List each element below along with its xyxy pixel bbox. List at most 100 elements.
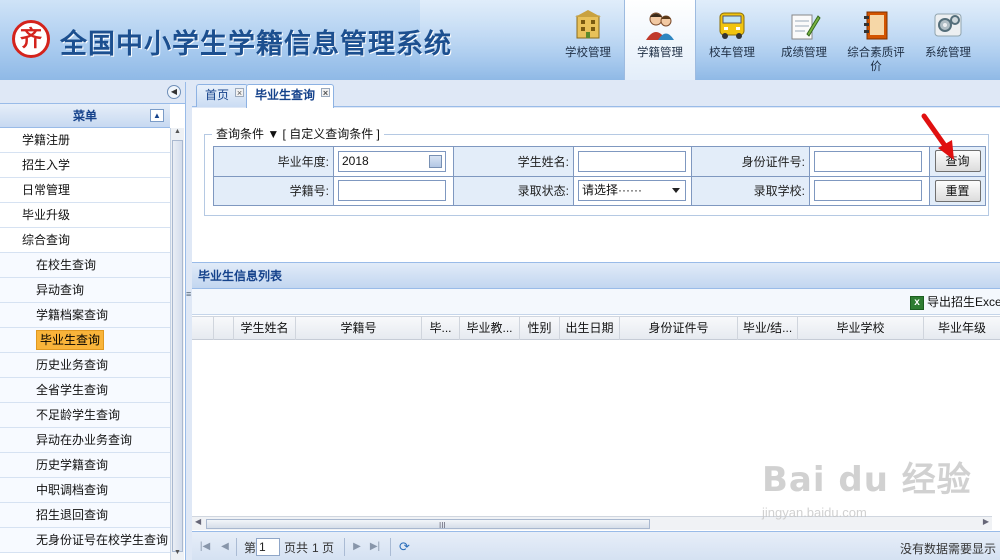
- sidebar-item-label: 毕业升级: [22, 208, 71, 222]
- sidebar-item[interactable]: 综合查询: [0, 228, 170, 253]
- nav-grade-management[interactable]: 成绩管理: [768, 0, 840, 80]
- scroll-up-icon[interactable]: ▲: [171, 128, 184, 139]
- tab-home[interactable]: 首页 ×: [196, 84, 249, 107]
- grad-year-cell: 2018: [333, 146, 454, 177]
- watermark-logo: Bai du 经验: [762, 460, 972, 500]
- collapse-menu-icon[interactable]: ▲: [150, 109, 164, 122]
- sidebar-item-label: 学籍注册: [22, 133, 71, 147]
- grid-header: 学生姓名 学籍号 毕... 毕业教... 性别 出生日期 身份证件号 毕业/结.…: [192, 316, 1000, 340]
- nav-student-status-management[interactable]: 学籍管理: [624, 0, 696, 80]
- sidebar-item[interactable]: 历史学籍查询: [0, 453, 170, 478]
- collapse-sidebar-icon[interactable]: ◀: [167, 85, 181, 99]
- scroll-right-icon[interactable]: ▶: [983, 517, 989, 526]
- sidebar-item[interactable]: 中职调档查询: [0, 478, 170, 503]
- column-header[interactable]: 学籍号: [296, 317, 422, 340]
- scrollbar-thumb[interactable]: III: [206, 519, 650, 530]
- nav-comprehensive-quality-evaluation[interactable]: 综合素质评价: [840, 0, 912, 80]
- prev-page-icon[interactable]: ◀: [218, 540, 232, 554]
- close-icon[interactable]: ×: [235, 88, 245, 98]
- student-no-input[interactable]: [338, 180, 446, 202]
- column-header[interactable]: 性别: [520, 317, 560, 340]
- student-name-input[interactable]: [578, 150, 686, 172]
- admission-school-label: 录取学校:: [691, 175, 810, 206]
- next-page-icon[interactable]: ▶: [350, 540, 364, 554]
- sidebar-item[interactable]: 无身份证号在校学生查询: [0, 528, 170, 553]
- sidebar-item[interactable]: 招生入学: [0, 153, 170, 178]
- sidebar-item-label: 异动在办业务查询: [36, 433, 133, 447]
- reset-button[interactable]: 重置: [934, 179, 981, 202]
- sidebar-item-label: 全省学生查询: [36, 383, 109, 397]
- admission-status-cell: 请选择······: [573, 175, 692, 206]
- column-header[interactable]: 出生日期: [560, 317, 620, 340]
- grad-year-value: 2018: [342, 153, 369, 168]
- tab-label: 首页: [205, 88, 230, 102]
- sidebar-item[interactable]: 全省学生查询: [0, 378, 170, 403]
- nav-label: 校车管理: [709, 47, 755, 59]
- app-title: 全国中小学生学籍信息管理系统: [60, 29, 452, 60]
- nav-school-management[interactable]: 学校管理: [552, 0, 624, 80]
- column-header[interactable]: 毕业/结...: [738, 317, 798, 340]
- logo-glyph: 齐: [19, 26, 42, 52]
- page-number-input[interactable]: 1: [256, 538, 280, 556]
- id-number-label: 身份证件号:: [691, 146, 810, 177]
- row-number-header: [192, 317, 214, 340]
- sidebar-top-bar: ◀: [0, 82, 185, 104]
- admission-status-select[interactable]: 请选择······: [578, 180, 686, 202]
- column-header[interactable]: 毕业教...: [460, 317, 520, 340]
- last-page-icon[interactable]: ▶|: [368, 540, 382, 554]
- export-excel-button[interactable]: x 导出招生Exce: [910, 293, 1000, 311]
- sidebar-item[interactable]: 日常管理: [0, 178, 170, 203]
- sidebar-item[interactable]: 异动查询: [0, 278, 170, 303]
- admission-status-value: 请选择······: [582, 183, 642, 198]
- column-header[interactable]: 学生姓名: [234, 317, 296, 340]
- column-header[interactable]: 毕业学校: [798, 317, 924, 340]
- column-header[interactable]: 身份证件号: [620, 317, 738, 340]
- sidebar-item-label: 不足龄学生查询: [36, 408, 121, 422]
- id-number-input[interactable]: [814, 150, 922, 172]
- id-number-cell: [809, 146, 930, 177]
- admission-school-input[interactable]: [814, 180, 922, 202]
- sidebar-item[interactable]: 学籍注册: [0, 128, 170, 153]
- sidebar-item[interactable]: 毕业升级: [0, 203, 170, 228]
- nav-label: 系统管理: [925, 47, 971, 59]
- nav-label: 成绩管理: [781, 47, 827, 59]
- building-icon: [575, 10, 601, 39]
- column-header[interactable]: 毕...: [422, 317, 460, 340]
- column-header[interactable]: 毕业年级: [924, 317, 1000, 340]
- scroll-left-icon[interactable]: ◀: [195, 517, 201, 526]
- sidebar-item[interactable]: 学籍档案查询: [0, 303, 170, 328]
- pager-separator: [390, 538, 391, 556]
- scroll-down-icon[interactable]: ▼: [171, 549, 184, 560]
- sidebar: ◀ 菜单 ▲ 学籍注册招生入学日常管理毕业升级综合查询在校生查询 异动查询 学籍档案…: [0, 82, 186, 560]
- checkbox-header[interactable]: [214, 317, 234, 340]
- top-navigation: 学校管理 学籍管理 校车管理 成绩管理 综合素质评价 系统管理: [552, 0, 984, 80]
- first-page-icon[interactable]: |◀: [198, 540, 212, 554]
- close-icon[interactable]: ×: [321, 88, 331, 98]
- export-label: 导出招生Exce: [927, 295, 1000, 309]
- sidebar-item[interactable]: 招生退回查询: [0, 503, 170, 528]
- sidebar-item-label: 中职调档查询: [36, 483, 109, 497]
- tab-graduate-query[interactable]: 毕业生查询 ×: [246, 84, 335, 108]
- student-name-cell: [573, 146, 692, 177]
- sidebar-item[interactable]: 历史业务查询: [0, 353, 170, 378]
- calendar-icon[interactable]: [429, 154, 442, 168]
- scrollbar-thumb[interactable]: [172, 140, 183, 552]
- nav-system-management[interactable]: 系统管理: [912, 0, 984, 80]
- refresh-icon[interactable]: ⟳: [399, 539, 410, 555]
- sidebar-item[interactable]: 不足龄学生查询: [0, 403, 170, 428]
- dropdown-arrow-icon[interactable]: [672, 188, 680, 194]
- query-conditions-legend[interactable]: 查询条件 ▼ [ 自定义查询条件 ]: [212, 125, 384, 142]
- sidebar-scrollbar[interactable]: ▲ ▼: [170, 128, 184, 560]
- nav-school-bus-management[interactable]: 校车管理: [696, 0, 768, 80]
- sidebar-item-label: 历史学籍查询: [36, 458, 109, 472]
- sidebar-item[interactable]: 在校生查询: [0, 253, 170, 278]
- grad-year-input[interactable]: 2018: [338, 150, 446, 172]
- menu-title: 菜单: [72, 109, 97, 123]
- sidebar-item-label: 招生入学: [22, 158, 71, 172]
- sidebar-item-label: 综合查询: [22, 233, 71, 247]
- sidebar-item[interactable]: 毕业生查询: [0, 328, 170, 353]
- app-header: 齐 全国中小学生学籍信息管理系统 学校管理 学籍管理 校车管理 成绩管理 综合素…: [0, 0, 1000, 80]
- sidebar-item[interactable]: 异动在办业务查询: [0, 428, 170, 453]
- student-no-label: 学籍号:: [213, 175, 334, 206]
- student-no-cell: [333, 175, 454, 206]
